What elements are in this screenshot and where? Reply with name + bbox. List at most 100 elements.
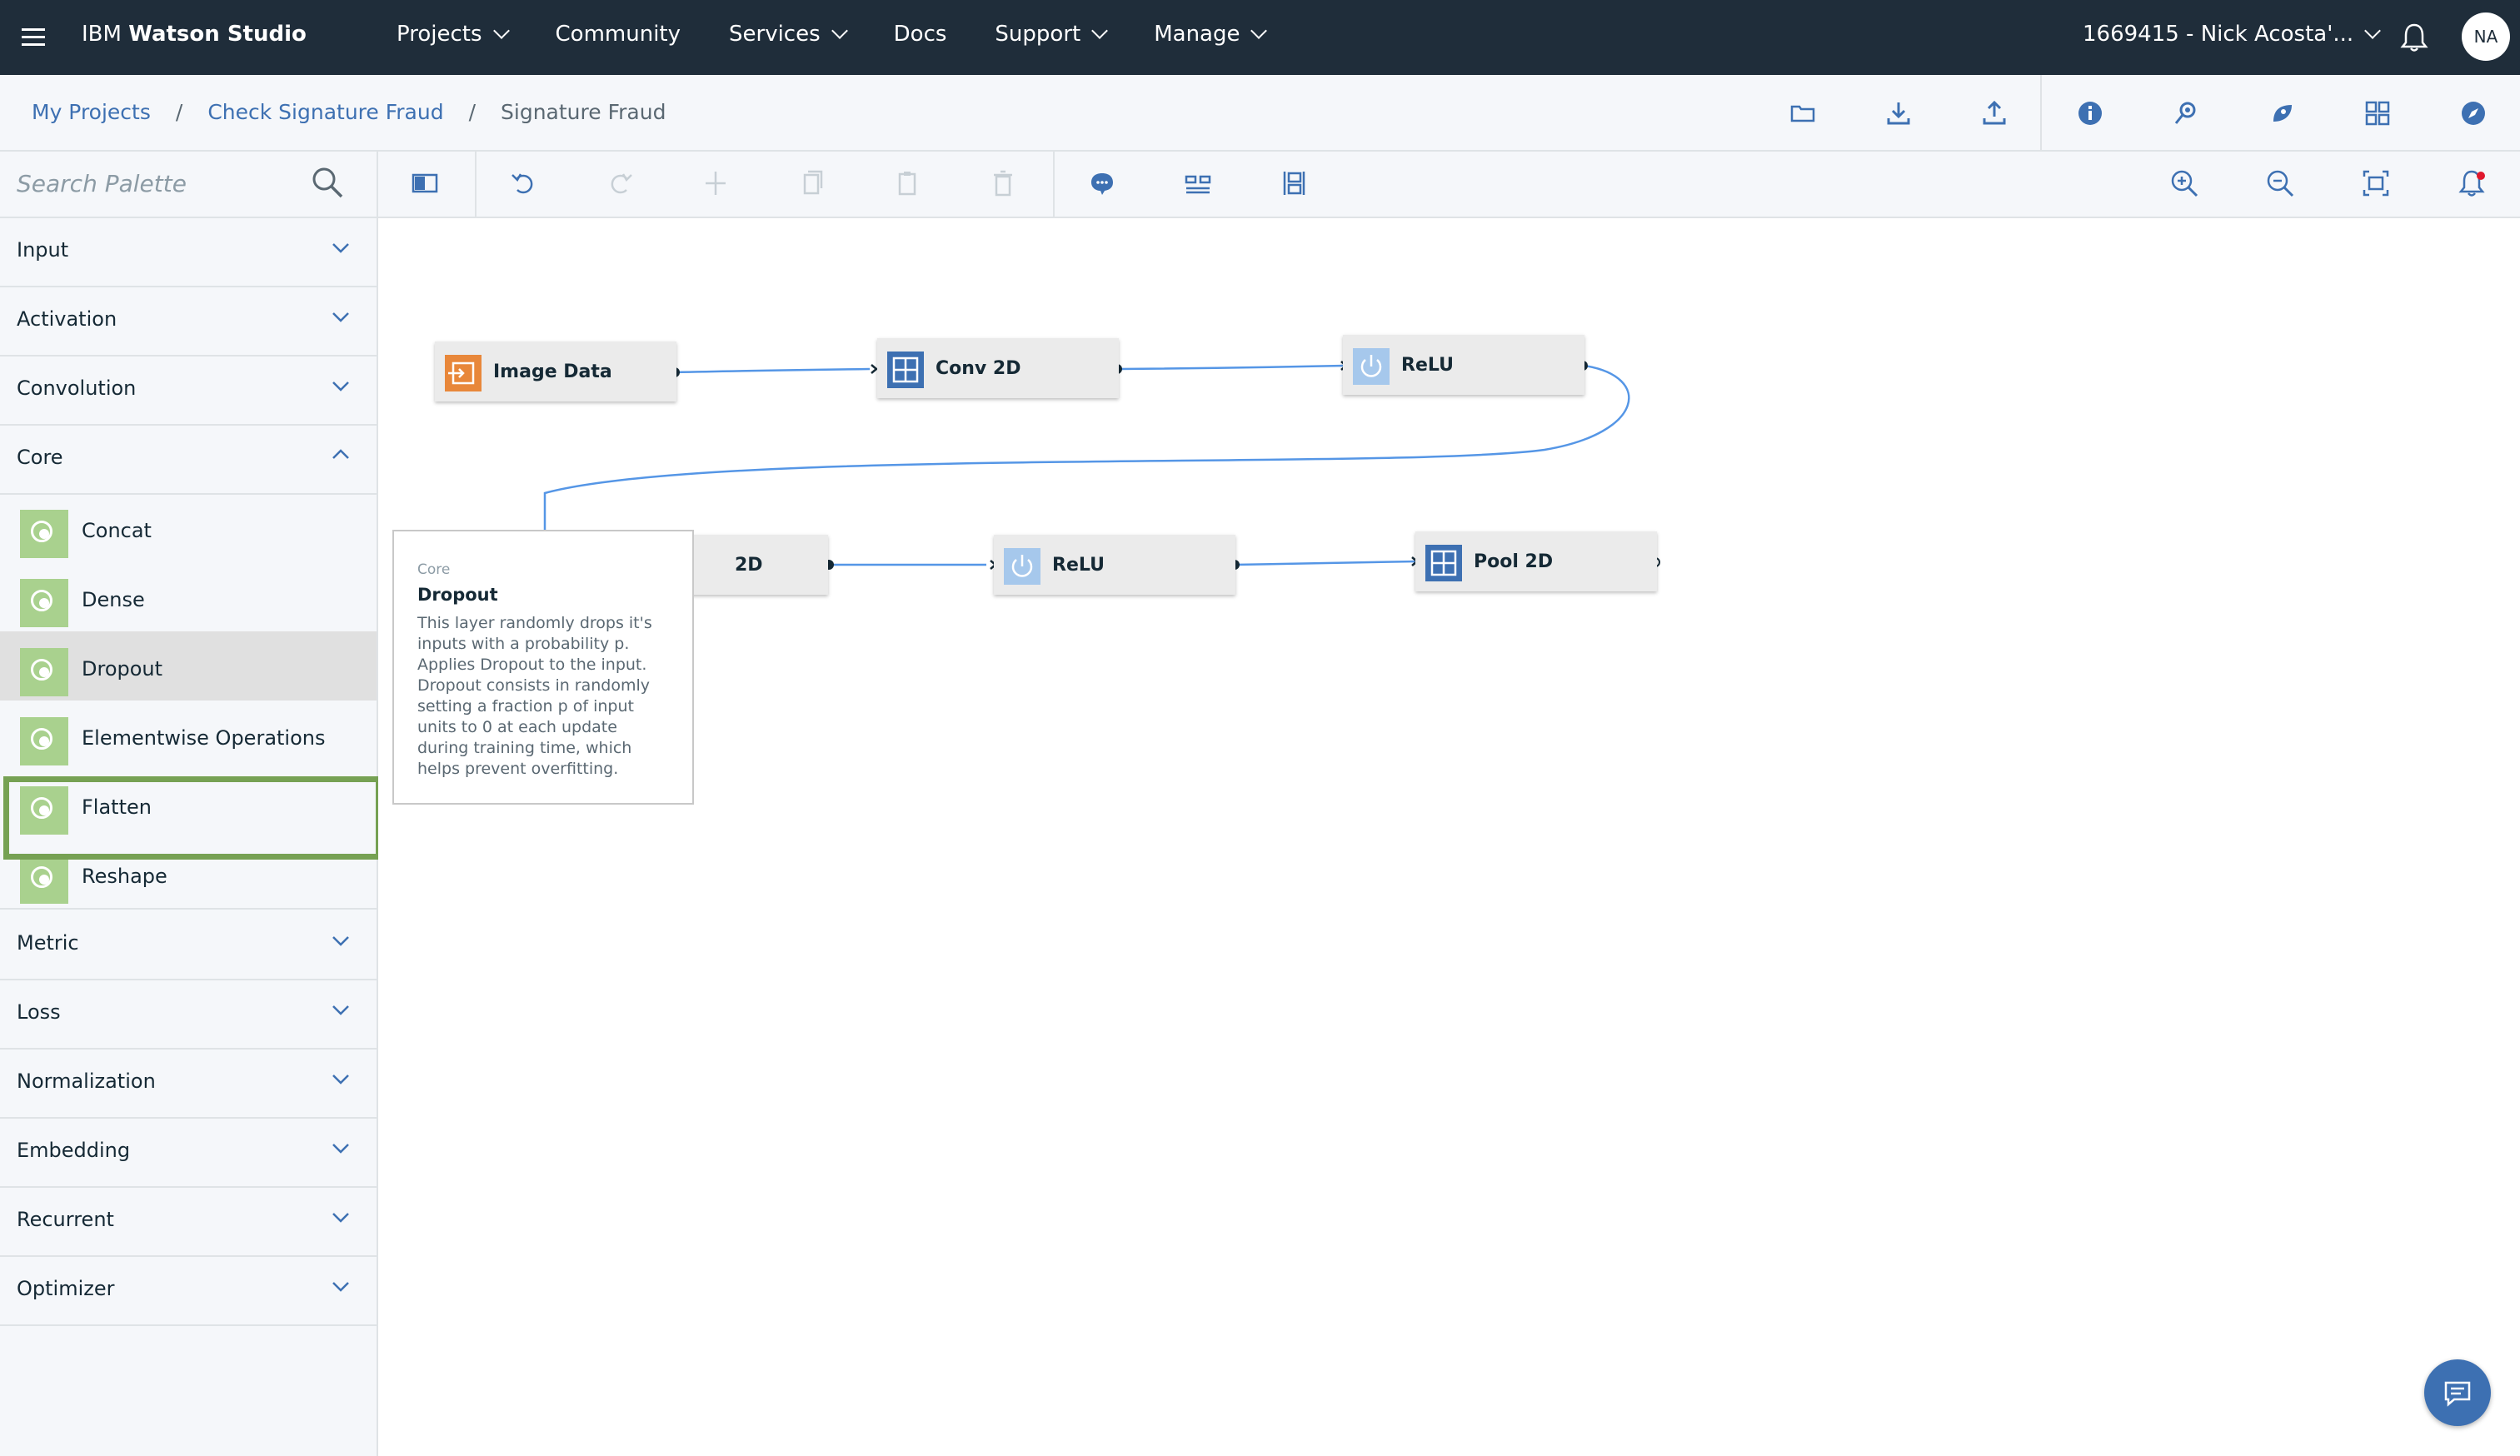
- category-loss[interactable]: Loss: [0, 979, 377, 1050]
- chevron-down-icon: [332, 1144, 349, 1154]
- hyperparameter-icon[interactable]: [2171, 98, 2201, 128]
- category-label: Loss: [17, 1000, 61, 1024]
- category-label: Input: [17, 238, 69, 262]
- notification-bell-icon[interactable]: [2399, 22, 2429, 53]
- breadcrumb-current: Signature Fraud: [501, 100, 666, 124]
- search-icon[interactable]: [310, 165, 345, 200]
- category-optimizer[interactable]: Optimizer: [0, 1255, 377, 1326]
- category-metric[interactable]: Metric: [0, 910, 377, 980]
- zoom-out-icon[interactable]: [2263, 167, 2297, 200]
- undo-icon[interactable]: [507, 167, 541, 200]
- nav-projects-label: Projects: [397, 22, 482, 47]
- brand-name: Watson Studio: [128, 22, 307, 47]
- canvas-node-relu[interactable]: ReLU: [1343, 335, 1584, 395]
- node-label: Image Data: [493, 362, 612, 382]
- palette-item-dense[interactable]: Dense: [0, 562, 377, 631]
- account-switcher[interactable]: 1669415 - Nick Acosta'...: [2083, 22, 2382, 47]
- palette-item-label: Concat: [82, 519, 152, 542]
- node-type-icon: [20, 510, 68, 558]
- search-input[interactable]: Search Palette: [17, 170, 187, 197]
- avatar[interactable]: NA: [2462, 12, 2510, 61]
- node-type-icon: [20, 579, 68, 627]
- download-icon[interactable]: [1884, 98, 1914, 128]
- node-label: Conv 2D: [936, 358, 1021, 379]
- canvas-node-image-data[interactable]: Image Data: [435, 342, 676, 401]
- main-nav: Projects Community Services Docs Support…: [397, 22, 1313, 47]
- chevron-down-icon: [332, 381, 349, 391]
- nav-docs[interactable]: Docs: [894, 22, 947, 47]
- header-divider: [2040, 75, 2042, 150]
- upload-icon[interactable]: [1979, 98, 2009, 128]
- notifications-icon[interactable]: [2455, 167, 2488, 200]
- palette-item-dropout[interactable]: Dropout: [0, 631, 377, 701]
- chevron-down-icon: [332, 243, 349, 253]
- breadcrumb-project[interactable]: Check Signature Fraud: [207, 100, 443, 124]
- cut-icon[interactable]: [699, 167, 732, 200]
- category-label: Recurrent: [17, 1208, 114, 1231]
- chevron-down-icon: [1250, 22, 1268, 39]
- zoom-in-icon[interactable]: [2168, 167, 2201, 200]
- tooltip-title: Dropout: [417, 585, 498, 605]
- canvas-node-conv2d[interactable]: Conv 2D: [877, 338, 1119, 398]
- category-convolution[interactable]: Convolution: [0, 355, 377, 426]
- chevron-down-icon: [332, 1075, 349, 1085]
- fit-to-screen-icon[interactable]: [2359, 167, 2393, 200]
- canvas-node-pool2d[interactable]: Pool 2D: [1415, 531, 1657, 591]
- node-label: Pool 2D: [1474, 551, 1554, 572]
- category-core[interactable]: Core: [0, 424, 377, 495]
- comment-icon[interactable]: [1085, 167, 1119, 200]
- nav-manage[interactable]: Manage: [1154, 22, 1268, 47]
- delete-icon[interactable]: [986, 167, 1020, 200]
- palette-item-tooltip: Core Dropout This layer randomly drops i…: [392, 530, 694, 805]
- compass-icon[interactable]: [2458, 98, 2488, 128]
- node-label: ReLU: [1052, 555, 1105, 576]
- info-icon[interactable]: [2075, 98, 2105, 128]
- flow-canvas[interactable]: Image Data Conv 2D ReLU 2D ReLU Pool 2D: [378, 218, 2520, 1456]
- chat-icon: [2444, 1381, 2471, 1407]
- paste-icon[interactable]: [891, 167, 924, 200]
- selection-highlight: [3, 776, 382, 860]
- category-normalization[interactable]: Normalization: [0, 1048, 377, 1119]
- palette-search[interactable]: Search Palette: [0, 152, 377, 218]
- folder-icon[interactable]: [1788, 98, 1818, 128]
- chat-button[interactable]: [2424, 1359, 2491, 1426]
- copy-icon[interactable]: [795, 167, 828, 200]
- breadcrumb-my-projects[interactable]: My Projects: [32, 100, 151, 124]
- arrange-horizontal-icon[interactable]: [1181, 167, 1215, 200]
- nav-community[interactable]: Community: [556, 22, 681, 47]
- chevron-down-icon: [332, 1005, 349, 1015]
- hamburger-menu-icon[interactable]: [20, 24, 47, 51]
- tooltip-category: Core: [417, 561, 451, 578]
- redo-icon[interactable]: [603, 167, 636, 200]
- publish-icon[interactable]: [2267, 98, 2297, 128]
- palette-item-label: Reshape: [82, 865, 167, 888]
- palette-item-label: Dropout: [82, 657, 163, 681]
- nav-support[interactable]: Support: [995, 22, 1109, 47]
- arrange-vertical-icon[interactable]: [1277, 167, 1310, 200]
- brand-prefix: IBM: [82, 22, 122, 47]
- palette-item-concat[interactable]: Concat: [0, 493, 377, 562]
- category-embedding[interactable]: Embedding: [0, 1117, 377, 1188]
- toggle-palette-icon[interactable]: [408, 167, 442, 200]
- power-icon: [1004, 548, 1040, 585]
- nav-projects[interactable]: Projects: [397, 22, 510, 47]
- category-recurrent[interactable]: Recurrent: [0, 1186, 377, 1257]
- product-brand[interactable]: IBM Watson Studio: [82, 22, 307, 47]
- toolbar-divider: [1053, 152, 1055, 217]
- palette-item-label: Dense: [82, 588, 145, 611]
- power-icon: [1353, 348, 1390, 385]
- chevron-down-icon: [831, 22, 848, 39]
- chevron-down-icon: [332, 312, 349, 322]
- nav-services[interactable]: Services: [729, 22, 848, 47]
- chevron-down-icon: [2364, 22, 2382, 39]
- category-label: Optimizer: [17, 1277, 115, 1300]
- category-activation[interactable]: Activation: [0, 286, 377, 357]
- palette-item-elementwise[interactable]: Elementwise Operations: [0, 701, 377, 770]
- node-palette: Search Palette Input Activation Convolut…: [0, 152, 382, 1456]
- palette-item-label: Elementwise Operations: [82, 726, 326, 750]
- canvas-node-relu-2[interactable]: ReLU: [994, 535, 1235, 595]
- layout-grid-icon[interactable]: [2363, 98, 2393, 128]
- category-input[interactable]: Input: [0, 217, 377, 287]
- nav-docs-label: Docs: [893, 22, 947, 47]
- breadcrumb: My Projects / Check Signature Fraud / Si…: [32, 100, 666, 124]
